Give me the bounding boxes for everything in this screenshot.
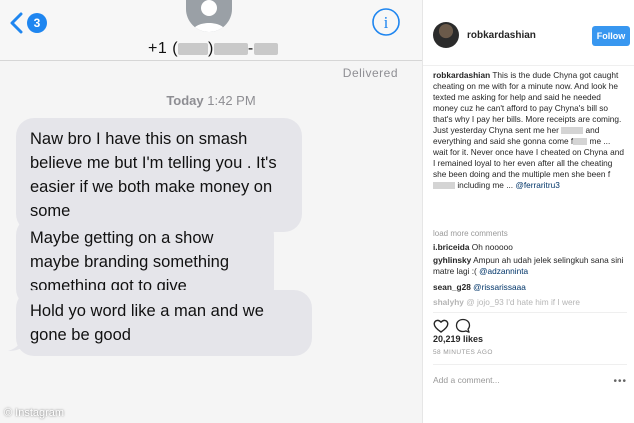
back-chevron-icon[interactable] xyxy=(9,12,25,34)
instagram-watermark: © Instagram xyxy=(4,407,65,419)
comment-row: sean_g28 @rissarissaaa xyxy=(433,282,627,293)
censored-word xyxy=(573,138,588,146)
post-time-ago: 58 MINUTES AGO xyxy=(433,349,493,356)
info-glyph: i xyxy=(384,13,389,32)
censored-word xyxy=(433,182,455,190)
comment-row: i.briceida Oh nooooo xyxy=(433,242,627,253)
censored-word xyxy=(561,127,584,135)
phone-area-redacted xyxy=(178,42,209,55)
contact-avatar-icon[interactable] xyxy=(186,0,232,32)
bubble-tail-icon xyxy=(8,334,26,351)
post-caption: robkardashian This is the dude Chyna got… xyxy=(433,70,627,191)
info-icon[interactable]: i xyxy=(371,7,401,37)
message-header: 3 +1 () - i xyxy=(0,0,422,61)
post-actions-bar xyxy=(433,312,627,334)
add-comment-input[interactable]: Add a comment... xyxy=(433,375,500,385)
imessage-screenshot: 3 +1 () - i Delivered Today 1:42 PM Naw … xyxy=(0,0,422,423)
comment-text: @ jojo_93 I'd hate him if I were xyxy=(466,297,580,307)
likes-count[interactable]: 20,219 likes xyxy=(433,334,483,344)
comment-text: Oh nooooo xyxy=(471,242,513,252)
phone-dash: - xyxy=(247,40,254,57)
comment-user[interactable]: shalyhy xyxy=(433,297,464,307)
comment-mention[interactable]: @rissarissaaa xyxy=(473,282,526,292)
comment-mention[interactable]: @adzanninta xyxy=(479,266,528,276)
contact-phone-number[interactable]: +1 () - xyxy=(148,40,278,58)
comment-row-partial: shalyhy @ jojo_93 I'd hate him if I were xyxy=(433,297,627,307)
phone-line-redacted xyxy=(253,42,278,55)
caption-mention[interactable]: @ferraritru3 xyxy=(515,180,559,190)
caption-text-4: including me ... xyxy=(457,180,514,190)
message-bubble-1[interactable]: Naw bro I have this on smash believe me … xyxy=(16,118,302,232)
message-text: Hold yo word like a man and we gone be g… xyxy=(30,302,264,344)
message-text: Maybe getting on a show maybe branding s… xyxy=(30,229,230,295)
add-comment-bar: Add a comment... ••• xyxy=(433,364,627,392)
comment-user[interactable]: gyhlinsky xyxy=(433,255,471,265)
instagram-post-panel: robkardashian Follow robkardashian This … xyxy=(422,0,634,423)
phone-prefix: +1 ( xyxy=(148,40,179,57)
comment-user[interactable]: i.briceida xyxy=(433,242,469,252)
timestamp-time: 1:42 PM xyxy=(207,93,256,108)
message-bubble-3[interactable]: Hold yo word like a man and we gone be g… xyxy=(16,290,312,356)
caption-author[interactable]: robkardashian xyxy=(433,70,490,80)
phone-mid: ) xyxy=(208,40,214,57)
comment-bubble-icon[interactable] xyxy=(455,318,471,334)
post-header: robkardashian Follow xyxy=(423,0,634,66)
profile-avatar[interactable] xyxy=(433,22,459,48)
load-more-comments-link[interactable]: load more comments xyxy=(433,229,508,238)
comment-row: gyhlinsky Ampun ah udah jelek selingkuh … xyxy=(433,255,627,277)
phone-exchange-redacted xyxy=(213,42,248,55)
unread-count-badge[interactable]: 3 xyxy=(27,13,47,33)
message-timestamp: Today 1:42 PM xyxy=(0,93,422,108)
more-options-icon[interactable]: ••• xyxy=(613,376,627,387)
heart-icon[interactable] xyxy=(433,318,449,334)
comment-user[interactable]: sean_g28 xyxy=(433,282,471,292)
message-text: Naw bro I have this on smash believe me … xyxy=(30,130,277,220)
delivered-status: Delivered xyxy=(342,66,398,80)
follow-button[interactable]: Follow xyxy=(592,26,630,46)
profile-username[interactable]: robkardashian xyxy=(467,30,536,41)
timestamp-day: Today xyxy=(166,93,204,108)
